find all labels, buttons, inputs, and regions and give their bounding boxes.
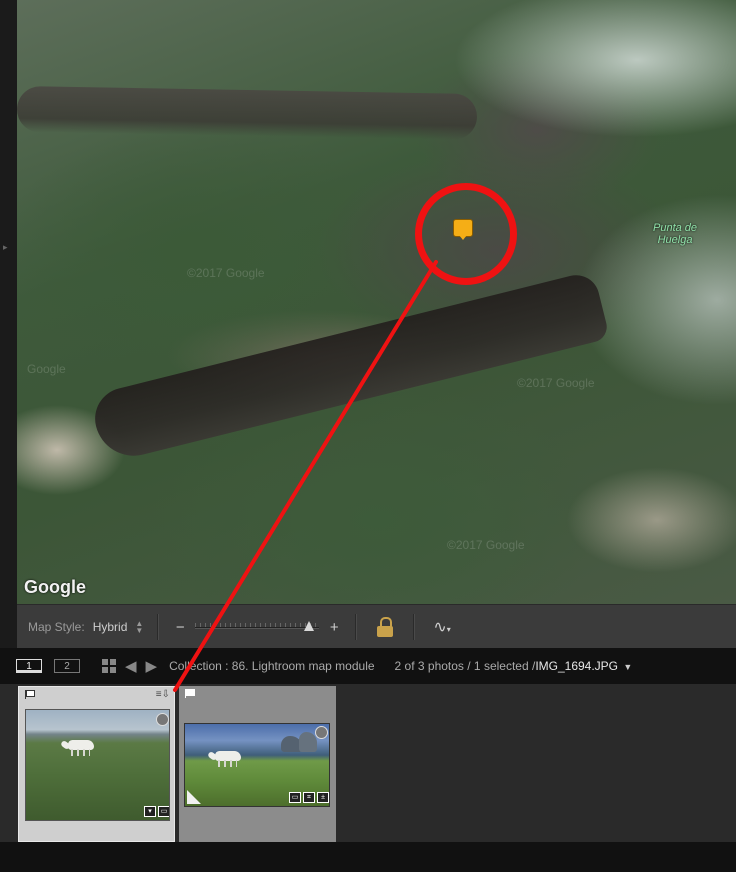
map-watermark: ©2017 Google	[447, 538, 525, 552]
toolbar-divider	[413, 614, 416, 640]
lock-markers-icon[interactable]	[377, 617, 394, 637]
collection-badge-icon: ▭	[289, 792, 301, 803]
filmstrip-cell-selected[interactable]: ≡⇩ ▾ ▭	[18, 686, 175, 842]
photo-thumbnail[interactable]: ▭ ⌗ ±	[184, 723, 330, 807]
map-location-badge-icon: ▾	[144, 806, 156, 817]
grid-view-icon[interactable]	[102, 659, 116, 673]
map-style-value: Hybrid	[92, 620, 128, 634]
crop-badge-icon: ⌗	[303, 792, 315, 803]
current-file-name: IMG_1694.JPG	[535, 659, 619, 673]
place-label-line: Punta de	[653, 222, 698, 234]
thumbnail-subject	[215, 751, 241, 767]
filmstrip-cell[interactable]: ▭ ⌗ ±	[179, 686, 336, 842]
place-label-line: Huelga	[657, 234, 693, 246]
left-panel-edge[interactable]: ▸	[0, 0, 17, 648]
photo-count-source[interactable]: 2 of 3 photos / 1 selected /IMG_1694.JPG…	[395, 659, 633, 673]
map-style-label: Map Style:	[28, 620, 85, 634]
map-toolbar: Map Style: Hybrid ▲ ▼ − + ∿▾	[17, 604, 736, 649]
map-style-select[interactable]: Hybrid ▲ ▼	[92, 619, 144, 635]
photo-location-pin-icon[interactable]	[453, 219, 473, 240]
photo-count-text: 2 of 3 photos / 1 selected /	[394, 659, 536, 673]
zoom-out-button[interactable]: −	[173, 619, 187, 636]
expand-left-panel-icon[interactable]: ▸	[3, 242, 8, 253]
lock-body	[377, 626, 394, 637]
photo-thumbnail[interactable]: ▾ ▭	[25, 709, 170, 821]
map-watermark: ©2017 Google	[517, 376, 595, 390]
updown-chevron-icon: ▲ ▼	[135, 619, 144, 635]
forward-arrow-icon[interactable]: ▶	[146, 657, 158, 675]
tracklog-icon[interactable]: ∿▾	[433, 617, 450, 637]
virtual-copy-corner-icon	[187, 790, 201, 804]
collection-breadcrumb[interactable]: Collection : 86. Lightroom map module	[169, 659, 374, 673]
secondary-window-button[interactable]: 2	[54, 659, 80, 673]
zoom-slider[interactable]	[195, 620, 320, 634]
flag-icon[interactable]	[185, 689, 195, 698]
toolbar-divider	[355, 614, 358, 640]
collection-badge-icon: ▭	[158, 806, 169, 817]
thumbnail-subject	[68, 740, 94, 756]
status-dot-icon	[156, 713, 169, 726]
status-dot-icon	[315, 726, 328, 739]
thumbnail-badges: ▭ ⌗ ±	[289, 792, 329, 803]
google-logo: Google	[24, 577, 86, 597]
filmstrip: ≡⇩ ▾ ▭ ▭ ⌗ ±	[0, 684, 736, 872]
primary-window-button[interactable]: 1	[16, 659, 42, 673]
zoom-slider-track	[195, 627, 320, 629]
metadata-badge-icon: ≡⇩	[155, 689, 170, 700]
flag-icon[interactable]	[25, 690, 35, 699]
map-view[interactable]: ©2017 Google ©2017 Google Google ©2017 G…	[17, 0, 736, 604]
map-place-label: Punta de Huelga	[653, 222, 697, 246]
thumbnail-badges: ▾ ▭	[144, 806, 169, 817]
map-watermark: ©2017 Google	[187, 266, 265, 280]
map-terrain-ridge	[17, 85, 478, 141]
map-terrain-ravine	[88, 270, 611, 464]
develop-badge-icon: ±	[317, 792, 329, 803]
filmstrip-bottom-bar	[0, 842, 736, 872]
map-watermark: Google	[27, 362, 66, 376]
thumbnail-rock	[299, 732, 317, 752]
back-arrow-icon[interactable]: ◀	[125, 657, 137, 675]
toolbar-divider	[157, 614, 160, 640]
zoom-in-button[interactable]: +	[327, 619, 341, 636]
chevron-down-icon: ▼	[623, 662, 633, 672]
filmstrip-header: 1 2 ◀ ▶ Collection : 86. Lightroom map m…	[0, 648, 736, 684]
zoom-slider-thumb[interactable]	[304, 621, 315, 631]
